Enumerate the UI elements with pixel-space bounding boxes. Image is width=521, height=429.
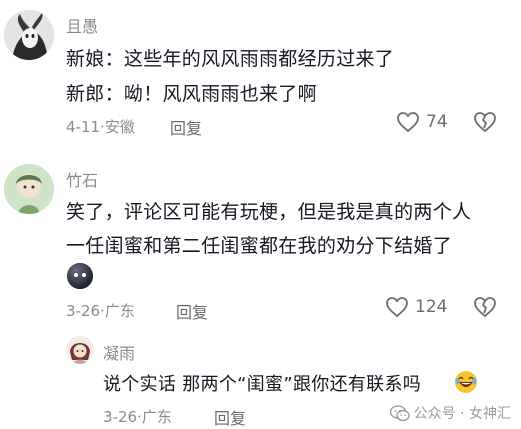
comment-location: 广东 xyxy=(141,408,172,426)
broken-heart-icon xyxy=(474,297,496,318)
avatar[interactable] xyxy=(66,336,94,364)
laughing-tears-emoji xyxy=(454,370,478,398)
heart-outline-icon xyxy=(397,112,419,133)
avatar-goat-image xyxy=(4,10,54,60)
round-face-sticker xyxy=(66,262,94,294)
watermark-text: 公众号 · 女神汇 xyxy=(413,406,511,422)
reply-button[interactable]: 回复 xyxy=(170,115,202,139)
avatar-girl-image xyxy=(66,336,94,364)
reply-button[interactable]: 回复 xyxy=(176,299,208,323)
wechat-icon xyxy=(389,404,410,421)
comment-text-line: 一任闺蜜和第二任闺蜜都在我的劝分下结婚了 xyxy=(66,235,453,257)
comment-date: 3-26 xyxy=(103,408,138,426)
comment-meta: 4-11·安徽 xyxy=(66,116,135,137)
comment-location: 广东 xyxy=(104,302,135,320)
dislike-button[interactable] xyxy=(473,111,497,137)
avatar[interactable] xyxy=(4,10,54,60)
comment-date: 3-26 xyxy=(66,302,101,320)
broken-heart-icon xyxy=(474,112,496,133)
comment-date: 4-11 xyxy=(66,118,101,136)
avatar[interactable] xyxy=(4,164,54,214)
comment-meta: 3-26·广东 xyxy=(66,300,135,321)
dislike-button[interactable] xyxy=(473,296,497,322)
comment-text-line: 新郎：呦！风风雨雨也来了啊 xyxy=(66,83,317,105)
avatar-anime-image xyxy=(4,164,54,214)
username[interactable]: 且愚 xyxy=(66,13,98,37)
comment-location: 安徽 xyxy=(104,118,135,136)
comment-text-line: 说个实话 那两个“闺蜜”跟你还有联系吗 xyxy=(103,374,422,395)
username[interactable]: 竹石 xyxy=(66,167,98,191)
comment-2: 竹石 笑了，评论区可能有玩梗，但是我是真的两个人 一任闺蜜和第二任闺蜜都在我的劝… xyxy=(0,150,521,330)
like-count: 124 xyxy=(415,297,448,317)
reply-button[interactable]: 回复 xyxy=(214,405,246,429)
like-button[interactable]: 74 xyxy=(396,111,448,133)
username[interactable]: 凝雨 xyxy=(103,340,135,364)
like-button[interactable]: 124 xyxy=(385,296,447,318)
comment-1: 且愚 新娘：这些年的风风雨雨都经历过来了 新郎：呦！风风雨雨也来了啊 4-11·… xyxy=(0,0,521,150)
like-count: 74 xyxy=(426,112,448,132)
heart-outline-icon xyxy=(386,297,408,318)
comment-text-line: 新娘：这些年的风风雨雨都经历过来了 xyxy=(66,48,395,70)
watermark: 公众号 · 女神汇 xyxy=(389,403,511,423)
comment-meta: 3-26·广东 xyxy=(103,406,172,427)
comment-text-line: 笑了，评论区可能有玩梗，但是我是真的两个人 xyxy=(66,201,472,223)
